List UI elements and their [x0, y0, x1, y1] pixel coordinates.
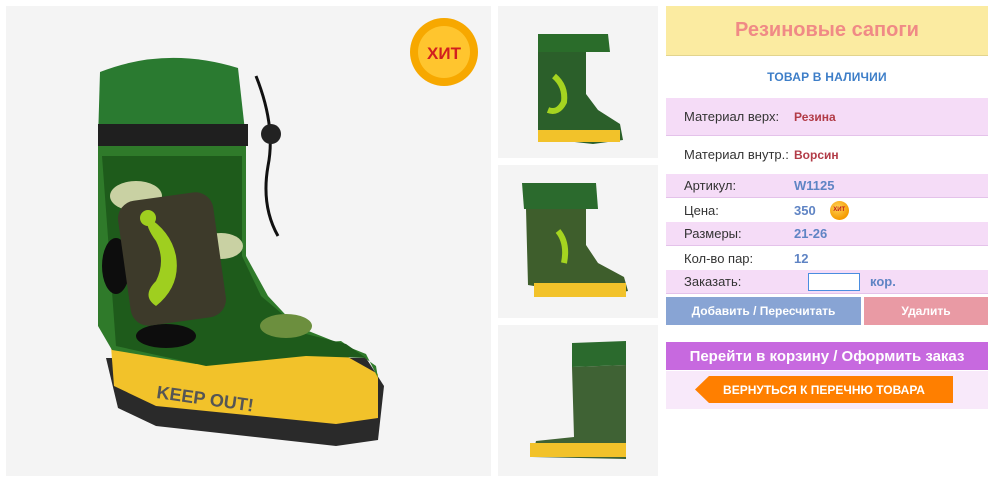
spec-label: Материал внутр.:: [684, 147, 789, 162]
thumbnail-2[interactable]: [498, 165, 658, 318]
add-recalculate-button[interactable]: Добавить / Пересчитать: [666, 297, 861, 325]
spec-row-pairs: Кол-во пар: 12: [666, 246, 988, 270]
hit-badge-icon: ХИТ: [829, 200, 849, 220]
main-product-image[interactable]: KEEP OUT! ХИТ: [6, 6, 491, 476]
thumbnail-1[interactable]: [498, 6, 658, 158]
spec-label: Кол-во пар:: [684, 250, 754, 266]
rubber-boot-thumbnail-icon: [530, 341, 626, 459]
rubber-boot-thumbnail-icon: [522, 183, 628, 297]
spec-label: Размеры:: [684, 226, 742, 241]
order-unit: кор.: [870, 274, 896, 289]
spec-label: Артикул:: [684, 178, 737, 193]
spec-row-material-inner: Материал внутр.: Ворсин: [666, 136, 988, 173]
order-quantity-input[interactable]: [808, 272, 860, 291]
go-to-cart-button[interactable]: Перейти в корзину / Оформить заказ: [666, 342, 988, 370]
spec-row-sizes: Размеры: 21-26: [666, 222, 988, 246]
product-info-panel: Резиновые сапоги ТОВАР В НАЛИЧИИ Материа…: [666, 6, 988, 409]
title-box: Резиновые сапоги: [666, 6, 988, 56]
rubber-boot-image: KEEP OUT! ХИТ: [98, 18, 478, 446]
back-to-list-button[interactable]: ВЕРНУТЬСЯ К ПЕРЕЧНЮ ТОВАРА: [695, 376, 953, 403]
rubber-boot-thumbnail-icon: [538, 34, 623, 144]
hit-badge-label: ХИТ: [427, 44, 462, 63]
spec-value: Ворсин: [794, 147, 839, 162]
spec-label: Материал верх:: [684, 109, 780, 124]
product-title: Резиновые сапоги: [735, 19, 919, 41]
spec-value: 12: [794, 250, 809, 266]
hit-badge-large: ХИТ: [410, 18, 478, 86]
thumbnail-3[interactable]: [498, 325, 658, 476]
delete-button[interactable]: Удалить: [864, 297, 988, 325]
stock-status: ТОВАР В НАЛИЧИИ: [767, 70, 887, 84]
spec-value: W1125: [794, 178, 835, 193]
order-row: Заказать: кор.: [666, 270, 988, 294]
back-button-strip: ВЕРНУТЬСЯ К ПЕРЕЧНЮ ТОВАРА: [666, 371, 988, 409]
spec-label: Цена:: [684, 202, 719, 218]
price-value: 350: [794, 202, 816, 218]
spec-value: 21-26: [794, 226, 828, 241]
order-label: Заказать:: [684, 274, 742, 289]
spec-row-material-top: Материал верх: Резина: [666, 98, 988, 136]
spec-row-price: Цена: 350 ХИТ: [666, 198, 988, 222]
spec-row-article: Артикул: W1125: [666, 174, 988, 198]
spec-value: Резина: [794, 109, 836, 124]
